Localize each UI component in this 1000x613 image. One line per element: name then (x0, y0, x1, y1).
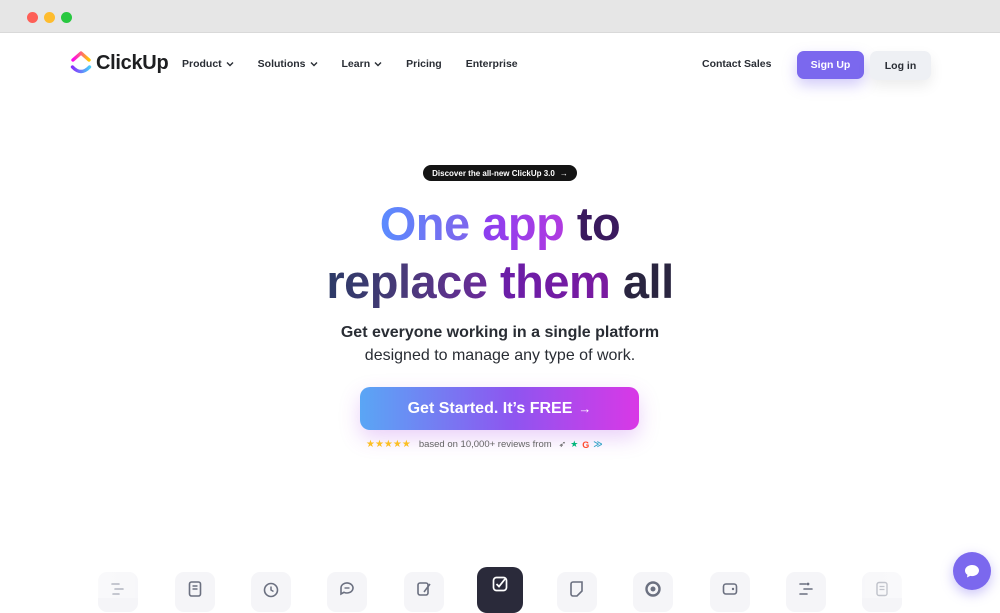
get-started-button[interactable]: Get Started. It’s FREE → (360, 387, 639, 430)
chevron-down-icon (374, 62, 382, 67)
feature-tile[interactable] (251, 572, 291, 612)
chat-icon (340, 582, 354, 596)
arrow-right-icon: → (578, 401, 592, 416)
headline-word: One (379, 197, 470, 250)
feature-icon-row (0, 560, 1000, 613)
doc-icon (188, 581, 202, 597)
timeline-icon (799, 582, 813, 595)
goals-icon (645, 581, 661, 597)
headline-word: app (482, 197, 565, 250)
feature-tile[interactable] (710, 572, 750, 612)
feature-tile[interactable] (175, 572, 215, 612)
top-navigation: ClickUp Product Solutions Learn Pricing … (0, 33, 1000, 98)
headline-word: replace (326, 255, 488, 308)
browser-chrome (0, 0, 1000, 33)
maximize-window-dot[interactable] (61, 12, 72, 23)
nav-enterprise-label: Enterprise (465, 58, 518, 70)
page-icon (876, 581, 888, 597)
chat-widget-button[interactable] (953, 552, 991, 590)
chat-bubble-icon (965, 565, 979, 578)
feature-tile[interactable] (557, 572, 597, 612)
main-menu: Product Solutions Learn Pricing Enterpri… (182, 58, 542, 70)
clickup-logo[interactable]: ClickUp (70, 51, 169, 75)
star-rating: ★★★★★ (366, 439, 411, 450)
nav-learn[interactable]: Learn (342, 58, 383, 70)
clickup-logo-icon (70, 51, 92, 74)
nav-product[interactable]: Product (182, 58, 234, 70)
g2-icon: G (582, 439, 590, 450)
reviews-text: based on 10,000+ reviews from (418, 439, 552, 450)
announcement-pill[interactable]: Discover the all-new ClickUp 3.0 → (423, 165, 577, 181)
nav-solutions[interactable]: Solutions (258, 58, 318, 70)
feature-tile[interactable] (786, 572, 826, 612)
gantt-icon (111, 583, 124, 595)
subheadline-bold: Get everyone working in a single platfor… (340, 324, 660, 341)
minimize-window-dot[interactable] (44, 12, 55, 23)
headline-line-2: replace them all (0, 254, 1000, 310)
capterra-icon: ➶ (558, 439, 567, 449)
nav-pricing[interactable]: Pricing (406, 58, 442, 70)
clock-icon (263, 582, 279, 598)
sign-up-button[interactable]: Sign Up (797, 51, 864, 79)
headline-word: all (622, 255, 674, 308)
nav-learn-label: Learn (341, 58, 371, 70)
trustpilot-icon: ★ (570, 439, 579, 449)
arrow-right-icon: → (559, 168, 568, 178)
notes-icon (570, 581, 583, 597)
wallet-icon (722, 583, 738, 595)
feature-tile[interactable] (327, 572, 367, 612)
feature-tile[interactable] (633, 572, 673, 612)
nav-solutions-label: Solutions (257, 58, 306, 70)
feature-tile[interactable] (98, 572, 138, 612)
review-sources: ➶ ★ G ≫ (559, 439, 607, 450)
get-started-label: Get Started. It’s FREE (407, 399, 573, 417)
brand-name: ClickUp (96, 51, 169, 74)
headline-word: to (576, 197, 621, 250)
nav-pricing-label: Pricing (406, 58, 442, 70)
feature-tile[interactable] (862, 572, 902, 612)
nav-enterprise[interactable]: Enterprise (466, 58, 518, 70)
chevron-down-icon (226, 62, 234, 67)
chevron-down-icon (310, 62, 318, 67)
subheadline: designed to manage any type of work. (364, 347, 636, 364)
headline-line-1: One app to (0, 196, 1000, 252)
close-window-dot[interactable] (27, 12, 38, 23)
log-in-button[interactable]: Log in (870, 51, 931, 80)
feature-tile-active[interactable] (477, 567, 523, 613)
reviews-row: ★★★★★ based on 10,000+ reviews from ➶ ★ … (366, 439, 607, 450)
headline-word: them (500, 255, 611, 308)
task-check-icon (492, 576, 508, 592)
getapp-icon: ≫ (593, 439, 603, 449)
nav-product-label: Product (182, 58, 222, 70)
whiteboard-icon (417, 582, 431, 596)
contact-sales-link[interactable]: Contact Sales (702, 58, 771, 70)
feature-tile[interactable] (404, 572, 444, 612)
announcement-text: Discover the all-new ClickUp 3.0 (432, 168, 555, 178)
